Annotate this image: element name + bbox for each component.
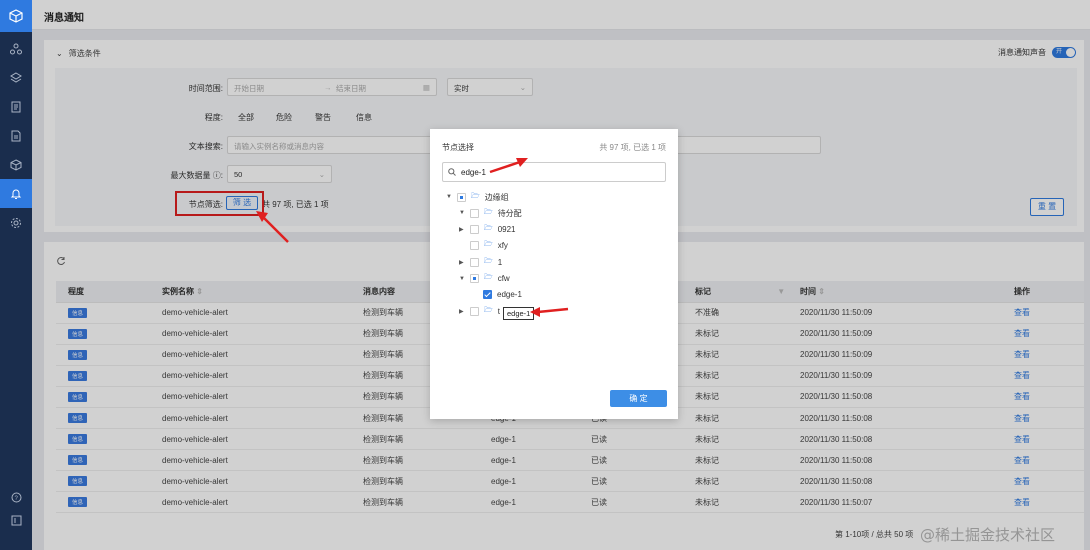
annotation-arrow-search [489,160,521,174]
annotation-arrow-tooltip [537,307,569,314]
annotation-arrows [256,158,569,317]
annotation-arrow-button [261,215,289,243]
